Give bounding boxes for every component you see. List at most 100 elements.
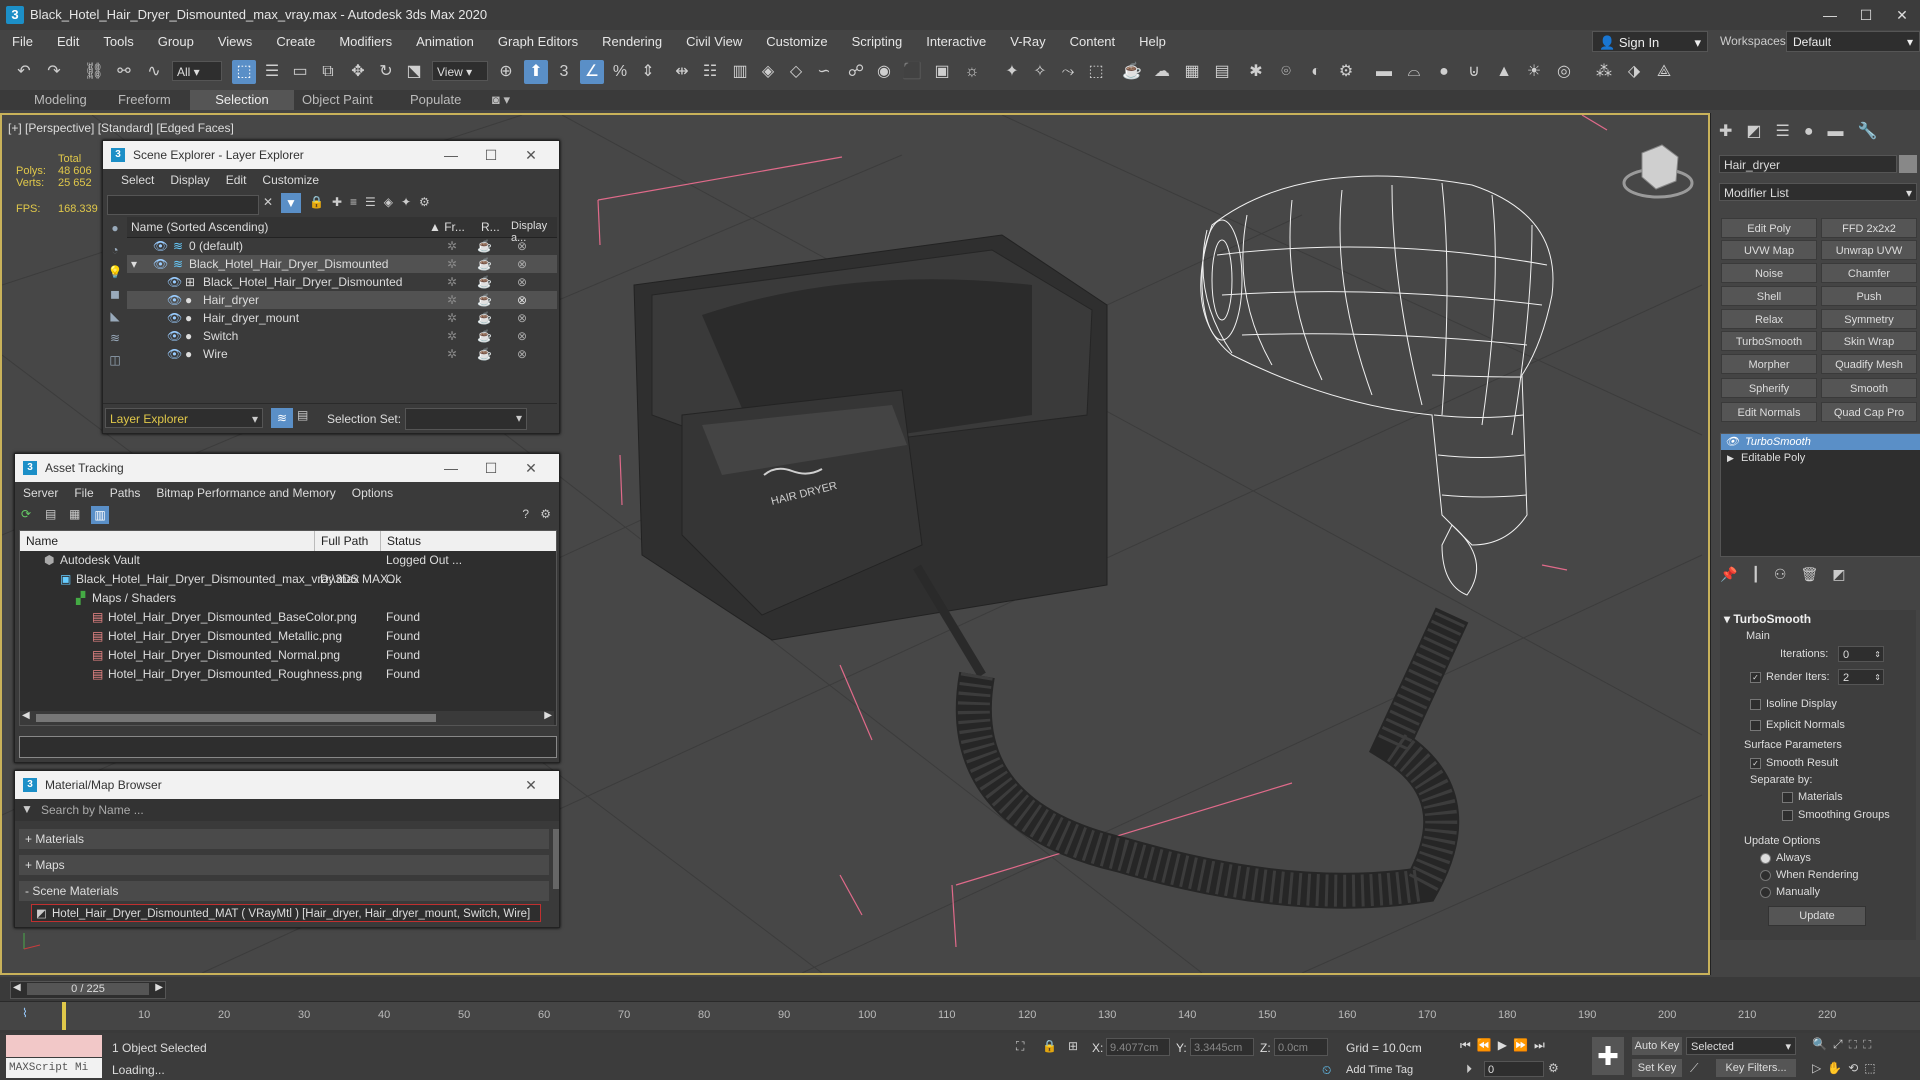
render-iters-checkbox[interactable]: ✓ Render Iters: [1750,671,1830,683]
go-to-start-icon[interactable]: ⏮ [1460,1038,1477,1052]
workspaces-dropdown[interactable]: Default ▾ [1786,31,1920,52]
display-cameras-icon[interactable]: ◼ [103,283,127,305]
render-production-icon[interactable]: ☼ [960,60,984,84]
grid-icon[interactable]: ▤ [1210,60,1234,84]
modifier-uvw-map-button[interactable]: UVW Map [1721,240,1817,260]
modifier-unwrap-uvw-button[interactable]: Unwrap UVW [1821,240,1917,260]
freeze-icon[interactable]: ✲ [447,345,457,363]
key-tangent-icon[interactable]: ⟋ [1690,1061,1698,1076]
link-icon[interactable]: ⛓ [82,60,106,84]
render-icon[interactable]: ☕ [477,237,492,255]
key-filters-button[interactable]: Key Filters... [1716,1059,1796,1077]
close-button[interactable]: ✕ [1884,4,1920,26]
asset-row-vault[interactable]: ⬢ Autodesk Vault Logged Out ... [20,551,556,570]
motion-tab-icon[interactable]: ● [1804,123,1828,140]
menu-edit[interactable]: Edit [218,173,255,187]
spinner-arrows-icon[interactable]: ⇕ [1874,670,1881,686]
explicit-normals-checkbox[interactable]: Explicit Normals [1750,719,1845,731]
layer-mode-icon[interactable]: ≋ [271,408,293,428]
always-radio[interactable]: Always [1760,852,1811,864]
vray-fur-icon[interactable]: ⁂ [1592,60,1616,84]
rect-selection-icon[interactable]: ▭ [288,60,312,84]
eye-icon[interactable]: 👁 [153,237,168,255]
display-spacewarps-icon[interactable]: ≋ [103,327,127,349]
viewport-label[interactable]: [+] [Perspective] [Standard] [Edged Face… [8,121,234,135]
menu-animation[interactable]: Animation [404,30,486,54]
modifier-symmetry-button[interactable]: Symmetry [1821,309,1917,329]
display-shapes-icon[interactable]: ◔ [103,239,127,261]
scale-icon[interactable]: ⬔ [402,60,426,84]
selection-lock-icon[interactable]: 🔒 [1042,1039,1057,1053]
redo-icon[interactable]: ↷ [42,60,66,84]
asset-row-basecolor[interactable]: ▤ Hotel_Hair_Dryer_Dismounted_BaseColor.p… [20,608,556,627]
remove-modifier-icon[interactable]: 🗑 [1800,566,1832,582]
eye-icon[interactable]: 👁 [153,255,168,273]
browser-options-icon[interactable]: ▼ [21,802,33,816]
pivot-center-icon[interactable]: ⊕ [494,60,518,84]
col-name-header[interactable]: Name [26,531,58,551]
utilities-tab-icon[interactable]: 🔧 [1858,123,1892,140]
percent-snap-icon[interactable]: % [608,60,632,84]
zoom-all-icon[interactable]: ⤢ [1833,1037,1849,1051]
window-crossing-icon[interactable]: ⧉ [316,60,340,84]
display-lights-icon[interactable]: 💡 [103,261,127,283]
hierarchy-mode-icon[interactable]: ▤ [297,408,308,422]
minimize-icon[interactable]: — [431,454,471,482]
select-by-name-icon[interactable]: ☰ [260,60,284,84]
display-icon[interactable]: ⊗ [517,309,527,327]
menu-vray[interactable]: V-Ray [998,30,1057,54]
configure-sets-icon[interactable]: ◩ [1832,566,1859,582]
menu-server[interactable]: Server [15,486,66,500]
render-icon[interactable]: ☕ [477,309,492,327]
col-name-header[interactable]: Name (Sorted Ascending) [131,220,268,234]
modifier-noise-button[interactable]: Noise [1721,263,1817,283]
asset-row-maps-folder[interactable]: ▞ Maps / Shaders [20,589,556,608]
plane-icon[interactable]: ▬ [1372,60,1396,84]
vray-toolbar-icon-1[interactable]: ✦ [1000,60,1024,84]
display-helpers-icon[interactable]: ◣ [103,305,127,327]
modifier-quadify-mesh-button[interactable]: Quadify Mesh [1821,354,1917,374]
smooth-result-checkbox[interactable]: ✓ Smooth Result [1750,757,1838,769]
vray-toolbar-icon-3[interactable]: ⤳ [1056,60,1080,84]
spinner-snap-icon[interactable]: ⇕ [636,60,660,84]
options-icon[interactable]: ⚙ [540,507,551,521]
object-name-field[interactable]: Hair_dryer [1719,155,1897,173]
col-status-header[interactable]: Status [380,531,421,551]
curve-editor-icon[interactable]: ∽ [812,60,836,84]
modifier-edit-poly-button[interactable]: Edit Poly [1721,218,1817,238]
add-time-tag[interactable]: Add Time Tag [1346,1064,1413,1076]
col-render-header[interactable]: R... [481,220,500,234]
freeze-icon[interactable]: ✲ [447,255,457,273]
time-tag-icon[interactable]: ⏲ [1322,1063,1331,1078]
details-view-icon[interactable]: ▥ [91,506,109,524]
menu-graph-editors[interactable]: Graph Editors [486,30,590,54]
render-iters-spinner[interactable]: 2 ⇕ [1838,669,1884,685]
freeze-icon[interactable]: ✲ [447,237,457,255]
object-color-swatch[interactable] [1899,155,1917,173]
tree-row-switch[interactable]: 👁 ● Switch ✲ ☕ ⊗ [127,327,557,345]
z-coordinate-field[interactable]: 0.0cm [1274,1038,1328,1056]
y-coordinate-field[interactable]: 3.3445cm [1190,1038,1254,1056]
isolate-selection-icon[interactable]: ⛶ [1016,1039,1024,1054]
unlink-icon[interactable]: ⚯ [112,60,136,84]
iterations-spinner[interactable]: 0 ⇕ [1838,646,1884,662]
menu-edit[interactable]: Edit [45,30,91,54]
vray-toolbar-icon-4[interactable]: ⬚ [1084,60,1108,84]
selection-set-dropdown[interactable]: ▾ [405,408,527,430]
menu-scripting[interactable]: Scripting [840,30,915,54]
make-unique-icon[interactable]: ⚇ [1774,566,1801,582]
browser-scrollbar[interactable] [553,829,559,889]
modifier-shell-button[interactable]: Shell [1721,286,1817,306]
display-icon[interactable]: ⊗ [517,345,527,363]
vray-proxy-icon[interactable]: ⬗ [1622,60,1646,84]
group-maps[interactable]: + Maps [19,855,549,875]
eye-icon[interactable]: 👁 [167,291,182,309]
pot-icon[interactable]: ⊍ [1462,60,1486,84]
maximize-viewport-icon[interactable]: ⬚ [1864,1061,1881,1075]
asset-row-normal[interactable]: ▤ Hotel_Hair_Dryer_Dismounted_Normal.png F… [20,646,556,665]
spinner-arrows-icon[interactable]: ⇕ [1874,647,1881,663]
scene-search-input[interactable] [107,195,259,215]
dome-icon[interactable]: ⌓ [1402,60,1426,84]
asset-row-max-file[interactable]: ▣ Black_Hotel_Hair_Dryer_Dismounted_max_v… [20,570,556,589]
eye-icon[interactable]: 👁 [167,327,182,345]
